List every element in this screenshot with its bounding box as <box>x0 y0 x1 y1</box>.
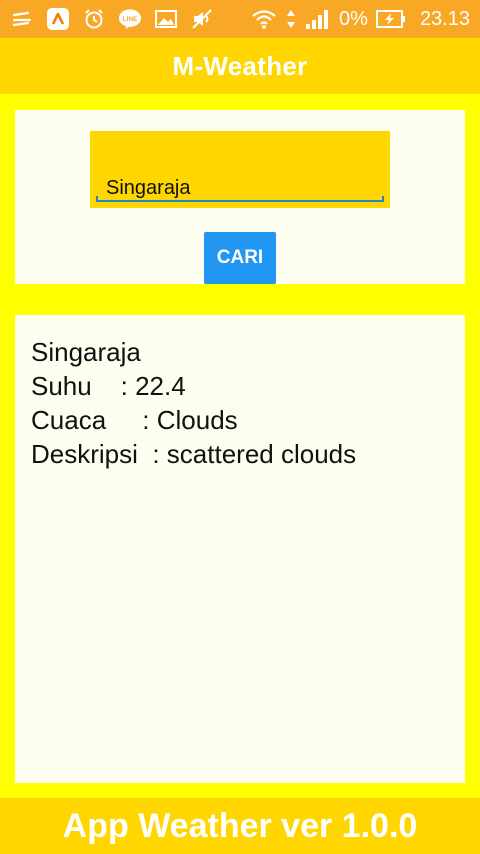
signal-icon <box>305 7 331 31</box>
image-icon <box>154 7 178 31</box>
result-description: Deskripsi : scattered clouds <box>31 439 357 469</box>
search-button[interactable]: CARI <box>204 232 276 284</box>
alarm-icon <box>82 7 106 31</box>
status-bar: LINE 0% 23.13 <box>0 0 480 38</box>
app-title: M-Weather <box>172 50 308 81</box>
status-icons-left: LINE <box>10 7 214 31</box>
result-city: Singaraja <box>31 337 141 367</box>
line-app-icon: LINE <box>118 7 142 31</box>
status-icons-right: 0% 23.13 <box>251 7 470 31</box>
clock-time: 23.13 <box>419 7 470 30</box>
app-a-icon <box>46 7 70 31</box>
footer-version-text: App Weather ver 1.0.0 <box>62 806 418 845</box>
mute-icon <box>190 7 214 31</box>
line-label: LINE <box>123 16 138 23</box>
battery-charging-icon <box>375 7 406 31</box>
data-arrows-icon <box>285 7 297 31</box>
result-temperature: Suhu : 22.4 <box>31 371 186 401</box>
wifi-icon <box>251 7 277 31</box>
city-field[interactable] <box>90 131 390 208</box>
field-underline <box>96 196 384 202</box>
result-card: Singaraja Suhu : 22.4 Cuaca : Clouds Des… <box>15 315 465 783</box>
footer: App Weather ver 1.0.0 <box>0 798 480 854</box>
app-bar: M-Weather <box>0 38 480 94</box>
result-weather: Cuaca : Clouds <box>31 405 238 435</box>
battery-percent: 0% <box>339 7 368 30</box>
menu-lines-icon <box>10 7 34 31</box>
search-card: CARI <box>15 110 465 284</box>
